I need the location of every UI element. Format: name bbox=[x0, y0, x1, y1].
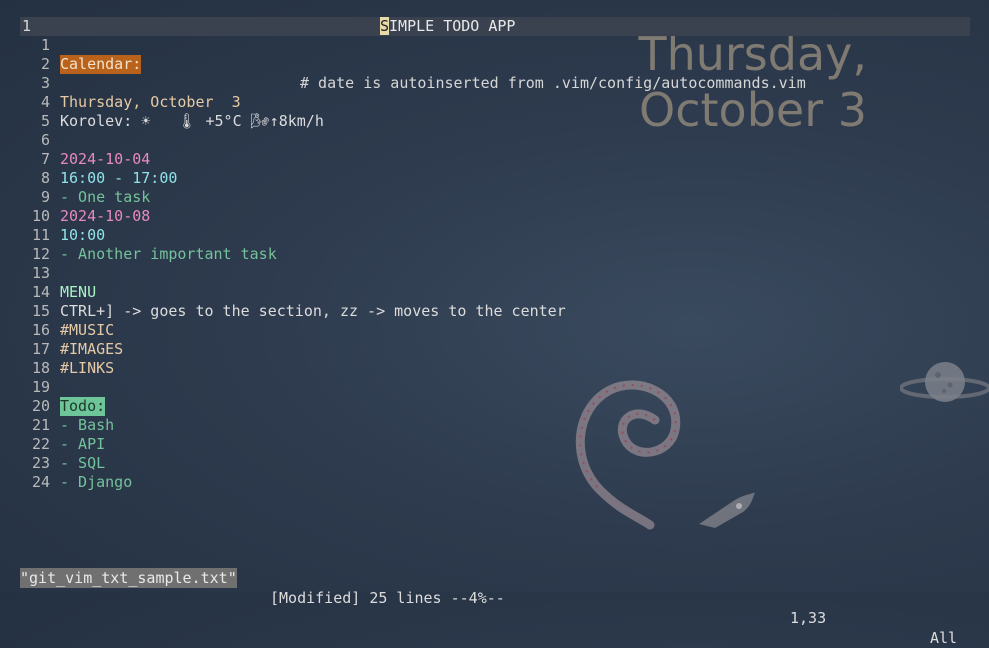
task-item: - Another important task bbox=[60, 245, 277, 263]
line-number: 20 bbox=[31, 397, 50, 415]
line-number: 7 bbox=[40, 150, 50, 168]
weather-line: Korolev: ☀ 🌡 +5°C 🌬↑8km/h bbox=[60, 112, 324, 130]
calendar-heading: Calendar: bbox=[60, 55, 142, 74]
line-number: 1 bbox=[40, 36, 50, 54]
line-number: 17 bbox=[31, 340, 50, 358]
line-number: 2 bbox=[40, 55, 50, 73]
todo-item: - Bash bbox=[60, 416, 115, 434]
section-link-images[interactable]: #IMAGES bbox=[60, 340, 123, 359]
line-number: 22 bbox=[31, 435, 50, 453]
line-number: 18 bbox=[31, 359, 50, 377]
current-line-title[interactable]: 1 SIMPLE TODO APP bbox=[20, 17, 970, 36]
scroll-indicator: All bbox=[930, 629, 958, 647]
section-link-music[interactable]: #MUSIC bbox=[60, 321, 114, 340]
line-number: 21 bbox=[31, 416, 50, 434]
line-number: 8 bbox=[40, 169, 50, 187]
date-line: Thursday, October 3 bbox=[60, 93, 241, 111]
event-date: 2024-10-08 bbox=[60, 207, 151, 225]
line-number: 6 bbox=[40, 131, 50, 149]
todo-item: - SQL bbox=[60, 454, 106, 472]
event-date: 2024-10-04 bbox=[60, 150, 151, 168]
cursor-position: 1,33 bbox=[790, 609, 827, 627]
title-text: SIMPLE TODO APP bbox=[380, 17, 515, 36]
comment-text: # date is autoinserted from .vim/config/… bbox=[300, 74, 806, 92]
text-cursor[interactable]: S bbox=[380, 17, 390, 35]
event-time: 10:00 bbox=[60, 226, 106, 244]
line-number: 3 bbox=[40, 74, 50, 92]
filename-label: "git_vim_txt_sample.txt" bbox=[20, 568, 237, 588]
line-number: 16 bbox=[31, 321, 50, 339]
task-item: - One task bbox=[60, 188, 151, 206]
planet-decoration bbox=[900, 362, 989, 402]
line-number: 5 bbox=[40, 112, 50, 130]
line-number: 15 bbox=[31, 302, 50, 320]
line-number: 10 bbox=[31, 207, 50, 225]
line-number: 4 bbox=[40, 93, 50, 111]
todo-item: - API bbox=[60, 435, 106, 453]
rocket-decoration bbox=[699, 492, 755, 528]
event-time: 16:00 - 17:00 bbox=[60, 169, 178, 187]
line-number: 23 bbox=[31, 454, 50, 472]
status-line: "git_vim_txt_sample.txt" [Modified] 25 l… bbox=[0, 548, 989, 647]
line-number: 14 bbox=[31, 283, 50, 301]
todo-item: - Django bbox=[60, 473, 133, 491]
line-number: 24 bbox=[31, 473, 50, 491]
line-number: 9 bbox=[40, 188, 50, 206]
line-number: 1 bbox=[22, 17, 32, 35]
line-number: 11 bbox=[31, 226, 50, 244]
section-link-links[interactable]: #LINKS bbox=[60, 359, 114, 378]
title-rest: IMPLE TODO APP bbox=[389, 17, 516, 35]
line-number: 12 bbox=[31, 245, 50, 263]
todo-heading: Todo: bbox=[60, 397, 106, 416]
buffer-info: [Modified] 25 lines --4%-- bbox=[270, 589, 505, 607]
line-number: 13 bbox=[31, 264, 50, 282]
menu-heading: MENU bbox=[60, 283, 97, 301]
menu-hint: CTRL+] -> goes to the section, zz -> mov… bbox=[60, 302, 566, 320]
line-number: 19 bbox=[31, 378, 50, 396]
